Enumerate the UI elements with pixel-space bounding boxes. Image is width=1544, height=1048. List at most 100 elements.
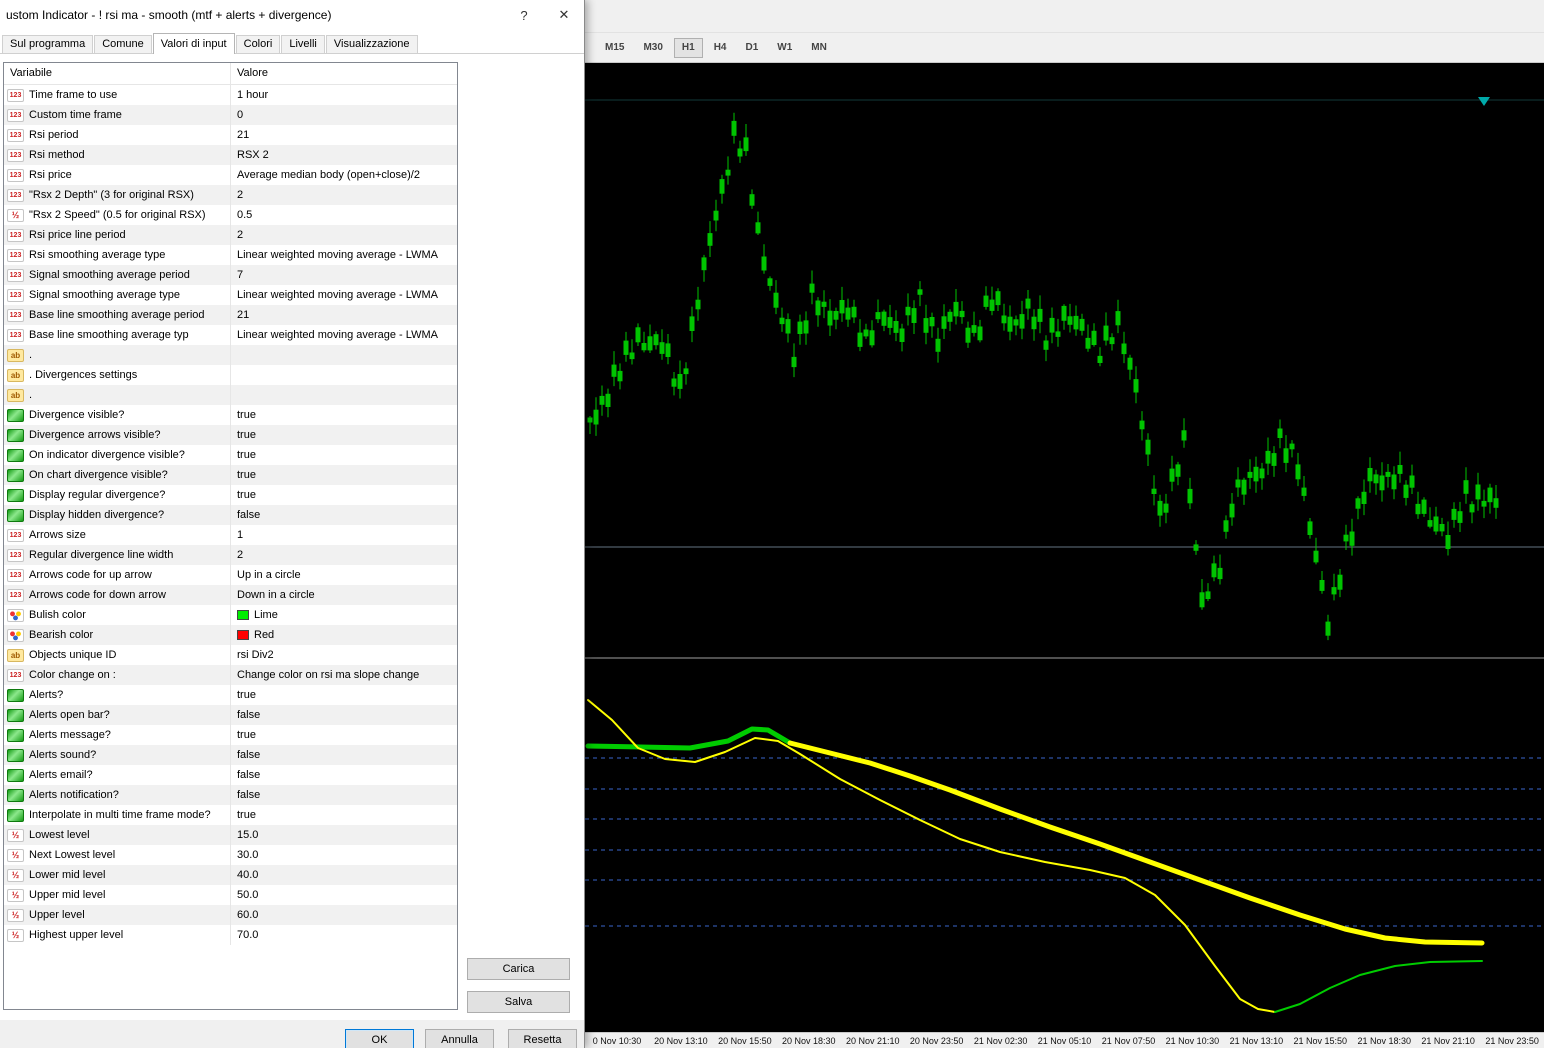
param-row[interactable]: 123 Regular divergence line width 2: [4, 545, 457, 565]
tab-valori-di-input[interactable]: Valori di input: [152, 33, 235, 54]
param-row[interactable]: ½ Lower mid level 40.0: [4, 865, 457, 885]
param-value-cell[interactable]: true: [231, 465, 457, 485]
param-value-cell[interactable]: true: [231, 485, 457, 505]
param-value-cell[interactable]: RSX 2: [231, 145, 457, 165]
param-value-cell[interactable]: 1 hour: [231, 85, 457, 105]
param-row[interactable]: ½ Upper level 60.0: [4, 905, 457, 925]
param-value-cell[interactable]: 60.0: [231, 905, 457, 925]
timeframe-button-m30[interactable]: M30: [635, 38, 670, 58]
param-row[interactable]: 123 Rsi price Average median body (open+cl…: [4, 165, 457, 185]
param-row[interactable]: ½ Highest upper level 70.0: [4, 925, 457, 945]
param-row[interactable]: Interpolate in multi time frame mode? tru…: [4, 805, 457, 825]
param-row[interactable]: On chart divergence visible? true: [4, 465, 457, 485]
param-value-cell[interactable]: Up in a circle: [231, 565, 457, 585]
param-row[interactable]: Display hidden divergence? false: [4, 505, 457, 525]
param-value-cell[interactable]: true: [231, 445, 457, 465]
tab-sul-programma[interactable]: Sul programma: [2, 35, 94, 53]
param-row[interactable]: 123 Color change on : Change color on rsi …: [4, 665, 457, 685]
param-row[interactable]: ½ Next Lowest level 30.0: [4, 845, 457, 865]
param-row[interactable]: Divergence visible? true: [4, 405, 457, 425]
param-value-cell[interactable]: rsi Div2: [231, 645, 457, 665]
load-button[interactable]: Carica: [467, 958, 570, 980]
param-row[interactable]: On indicator divergence visible? true: [4, 445, 457, 465]
param-row[interactable]: 123 Base line smoothing average typ Linear…: [4, 325, 457, 345]
param-row[interactable]: ab.: [4, 345, 457, 365]
tab-colori[interactable]: Colori: [235, 35, 281, 53]
param-value-cell[interactable]: 70.0: [231, 925, 457, 945]
param-value-cell[interactable]: 40.0: [231, 865, 457, 885]
param-value-cell[interactable]: 2: [231, 545, 457, 565]
param-value-cell[interactable]: 0: [231, 105, 457, 125]
param-row[interactable]: 123 "Rsx 2 Depth" (3 for original RSX) 2: [4, 185, 457, 205]
param-value-cell[interactable]: false: [231, 765, 457, 785]
param-row[interactable]: 123 Arrows code for up arrow Up in a circl…: [4, 565, 457, 585]
cancel-button[interactable]: Annulla: [425, 1029, 494, 1048]
param-row[interactable]: 123 Arrows size 1: [4, 525, 457, 545]
param-value-cell[interactable]: Red: [231, 625, 457, 645]
param-value-cell[interactable]: Down in a circle: [231, 585, 457, 605]
param-value-cell[interactable]: 30.0: [231, 845, 457, 865]
param-row[interactable]: Display regular divergence? true: [4, 485, 457, 505]
param-value-cell[interactable]: Linear weighted moving average - LWMA: [231, 245, 457, 265]
param-row[interactable]: 123 Time frame to use 1 hour: [4, 85, 457, 105]
param-row[interactable]: 123 Arrows code for down arrow Down in a c…: [4, 585, 457, 605]
param-value-cell[interactable]: 2: [231, 225, 457, 245]
param-value-cell[interactable]: 7: [231, 265, 457, 285]
param-value-cell[interactable]: [231, 365, 457, 385]
param-row[interactable]: ab.: [4, 385, 457, 405]
param-value-cell[interactable]: true: [231, 805, 457, 825]
param-value-cell[interactable]: true: [231, 685, 457, 705]
param-row[interactable]: Alerts notification? false: [4, 785, 457, 805]
param-value-cell[interactable]: false: [231, 785, 457, 805]
param-value-cell[interactable]: Lime: [231, 605, 457, 625]
param-row[interactable]: 123 Rsi period 21: [4, 125, 457, 145]
param-row[interactable]: Alerts? true: [4, 685, 457, 705]
param-value-cell[interactable]: 50.0: [231, 885, 457, 905]
param-row[interactable]: 123 Rsi price line period 2: [4, 225, 457, 245]
param-value-cell[interactable]: false: [231, 705, 457, 725]
timeframe-button-d1[interactable]: D1: [738, 38, 767, 58]
param-value-cell[interactable]: [231, 345, 457, 365]
param-value-cell[interactable]: Linear weighted moving average - LWMA: [231, 325, 457, 345]
param-value-cell[interactable]: false: [231, 505, 457, 525]
param-value-cell[interactable]: 21: [231, 305, 457, 325]
param-row[interactable]: 123 Base line smoothing average period 21: [4, 305, 457, 325]
param-value-cell[interactable]: [231, 385, 457, 405]
param-row[interactable]: Divergence arrows visible? true: [4, 425, 457, 445]
param-value-cell[interactable]: 0.5: [231, 205, 457, 225]
param-value-cell[interactable]: true: [231, 725, 457, 745]
ok-button[interactable]: OK: [345, 1029, 414, 1048]
param-value-cell[interactable]: Linear weighted moving average - LWMA: [231, 285, 457, 305]
help-button[interactable]: ?: [504, 0, 544, 30]
param-row[interactable]: ½ "Rsx 2 Speed" (0.5 for original RSX) 0.5: [4, 205, 457, 225]
tab-livelli[interactable]: Livelli: [281, 35, 325, 53]
param-row[interactable]: ½ Upper mid level 50.0: [4, 885, 457, 905]
param-row[interactable]: Bearish color Red: [4, 625, 457, 645]
param-row[interactable]: 123 Custom time frame 0: [4, 105, 457, 125]
param-row[interactable]: ab Objects unique ID rsi Div2: [4, 645, 457, 665]
param-row[interactable]: 123 Rsi smoothing average type Linear weig…: [4, 245, 457, 265]
reset-button[interactable]: Resetta: [508, 1029, 577, 1048]
param-row[interactable]: 123 Rsi method RSX 2: [4, 145, 457, 165]
param-value-cell[interactable]: true: [231, 425, 457, 445]
param-value-cell[interactable]: 15.0: [231, 825, 457, 845]
save-button[interactable]: Salva: [467, 991, 570, 1013]
param-value-cell[interactable]: 21: [231, 125, 457, 145]
param-row[interactable]: 123 Signal smoothing average period 7: [4, 265, 457, 285]
param-value-cell[interactable]: 2: [231, 185, 457, 205]
param-row[interactable]: Bulish color Lime: [4, 605, 457, 625]
timeframe-button-mn[interactable]: MN: [803, 38, 835, 58]
param-value-cell[interactable]: 1: [231, 525, 457, 545]
param-row[interactable]: 123 Signal smoothing average type Linear w…: [4, 285, 457, 305]
param-row[interactable]: Alerts sound? false: [4, 745, 457, 765]
timeframe-button-w1[interactable]: W1: [769, 38, 800, 58]
timeframe-button-h1[interactable]: H1: [673, 38, 703, 58]
param-value-cell[interactable]: true: [231, 405, 457, 425]
param-value-cell[interactable]: false: [231, 745, 457, 765]
param-value-cell[interactable]: Average median body (open+close)/2: [231, 165, 457, 185]
tab-comune[interactable]: Comune: [94, 35, 152, 53]
param-row[interactable]: Alerts open bar? false: [4, 705, 457, 725]
param-row[interactable]: ½ Lowest level 15.0: [4, 825, 457, 845]
param-row[interactable]: Alerts email? false: [4, 765, 457, 785]
param-row[interactable]: ab . Divergences settings: [4, 365, 457, 385]
